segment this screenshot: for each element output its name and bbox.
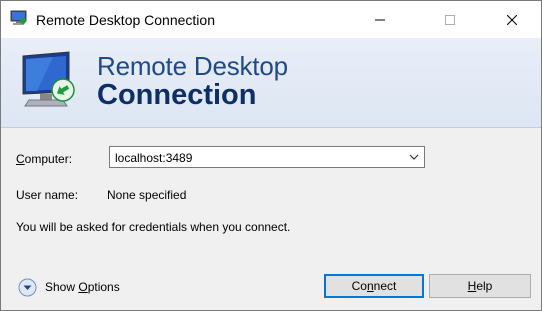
- connect-button[interactable]: Connect: [324, 274, 424, 298]
- computer-combobox[interactable]: localhost:3489: [109, 146, 425, 168]
- maximize-button[interactable]: [427, 1, 473, 38]
- show-options-toggle[interactable]: Show Options: [18, 277, 120, 297]
- computer-label: Computer:: [16, 152, 73, 166]
- banner-title-line1: Remote Desktop: [97, 51, 288, 81]
- banner: Remote Desktop Connection: [1, 38, 541, 128]
- maximize-icon: [445, 14, 455, 25]
- close-button[interactable]: [489, 1, 535, 38]
- window-title: Remote Desktop Connection: [36, 12, 215, 28]
- remote-desktop-window: Remote Desktop Connection Remote Desktop…: [0, 0, 542, 311]
- computer-value: localhost:3489: [115, 151, 193, 165]
- title-bar[interactable]: Remote Desktop Connection: [1, 1, 541, 38]
- username-value: None specified: [107, 188, 187, 202]
- help-label: Help: [467, 279, 493, 293]
- expand-circle-icon: [18, 278, 37, 296]
- username-label: User name:: [16, 188, 79, 202]
- minimize-button[interactable]: [357, 1, 403, 38]
- remote-desktop-icon: [10, 10, 27, 25]
- minimize-icon: [375, 19, 385, 20]
- monitor-icon: [22, 51, 75, 107]
- credentials-note: You will be asked for credentials when y…: [16, 220, 291, 234]
- close-icon: [507, 14, 517, 25]
- help-button[interactable]: Help: [429, 274, 531, 298]
- chevron-down-icon[interactable]: [408, 151, 420, 163]
- banner-title-line2: Connection: [97, 79, 257, 111]
- show-options-label: Show Options: [45, 280, 120, 294]
- connect-label: Connect: [351, 279, 397, 293]
